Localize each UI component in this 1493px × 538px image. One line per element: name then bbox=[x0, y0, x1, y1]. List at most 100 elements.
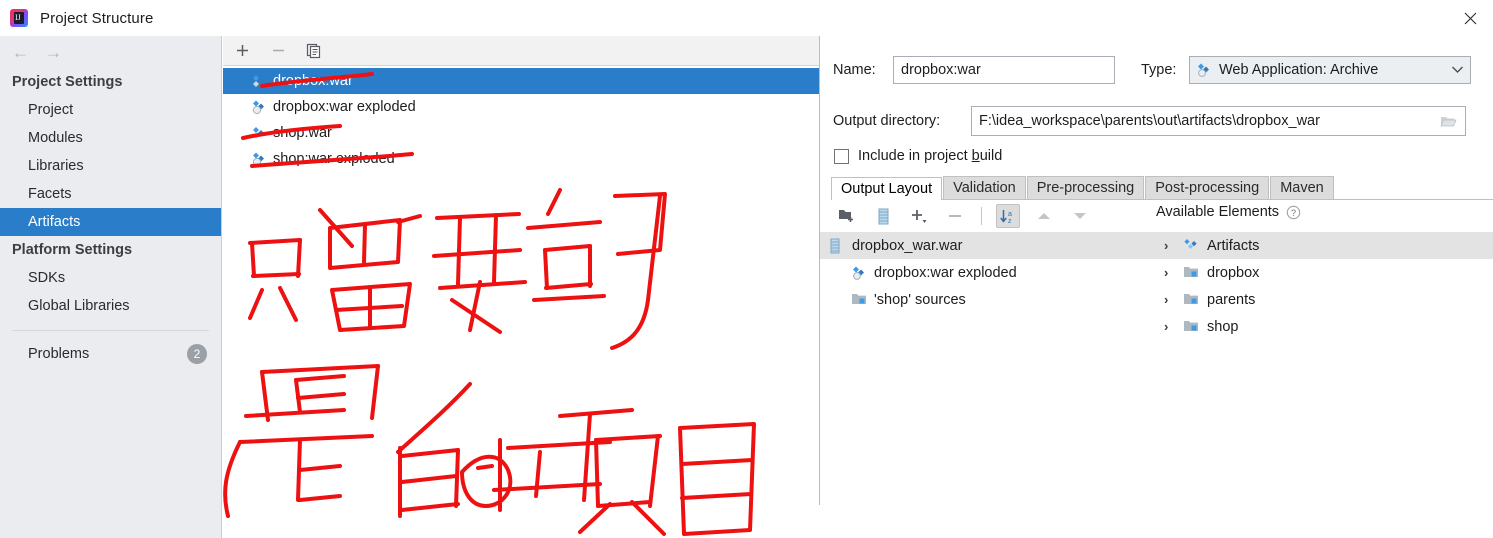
toolbar-separator bbox=[981, 207, 982, 225]
artifacts-toolbar bbox=[223, 36, 819, 66]
sidebar-item-project[interactable]: Project bbox=[0, 96, 221, 124]
available-node-label: Artifacts bbox=[1207, 237, 1260, 254]
svg-text:a: a bbox=[1008, 211, 1012, 218]
tab-post-processing[interactable]: Post-processing bbox=[1145, 176, 1270, 199]
output-layout-toolbar: a z bbox=[831, 201, 1161, 231]
output-directory-row: Output directory: F:\idea_workspace\pare… bbox=[833, 106, 1466, 136]
back-arrow-icon[interactable]: ← bbox=[12, 44, 29, 61]
artifact-label: dropbox:war bbox=[273, 73, 353, 89]
sidebar-item-modules[interactable]: Modules bbox=[0, 124, 221, 152]
folder-browse-icon[interactable] bbox=[1431, 114, 1465, 128]
sidebar-item-global-libraries[interactable]: Global Libraries bbox=[0, 292, 221, 320]
sidebar-item-artifacts[interactable]: Artifacts bbox=[0, 208, 221, 236]
web-exploded-icon bbox=[251, 151, 267, 167]
sidebar-item-sdks[interactable]: SDKs bbox=[0, 264, 221, 292]
name-label: Name: bbox=[833, 62, 876, 78]
layout-node-label: dropbox_war.war bbox=[852, 237, 963, 254]
archive-icon[interactable] bbox=[871, 204, 895, 228]
tab-validation[interactable]: Validation bbox=[943, 176, 1026, 199]
copy-artifact-button[interactable] bbox=[303, 40, 325, 62]
forward-arrow-icon[interactable]: → bbox=[45, 44, 62, 61]
svg-text:?: ? bbox=[1291, 208, 1296, 218]
tab-pre-processing[interactable]: Pre-processing bbox=[1026, 176, 1145, 199]
artifact-row-dropbox-war[interactable]: dropbox:war bbox=[223, 68, 819, 94]
web-exploded-icon bbox=[851, 265, 867, 281]
arrow-down-icon[interactable] bbox=[1068, 204, 1092, 228]
checkbox-box bbox=[834, 148, 849, 164]
project-structure-dialog: IJ Project Structure ← → Project Setting… bbox=[0, 0, 1493, 538]
include-in-project-build-label: Include in project build bbox=[858, 148, 1003, 164]
available-elements-tree: › Artifacts › dropbox › parents › shop bbox=[1154, 232, 1493, 340]
archive-icon bbox=[829, 238, 845, 254]
chevron-down-icon bbox=[1451, 62, 1464, 78]
layout-node-dropbox-war-war[interactable]: dropbox_war.war bbox=[820, 232, 1154, 259]
artifacts-panel: dropbox:war dropbox:war exploded shop:wa… bbox=[223, 36, 819, 538]
tab-maven[interactable]: Maven bbox=[1270, 176, 1334, 199]
layout-node-dropbox-war-exploded[interactable]: dropbox:war exploded bbox=[820, 259, 1154, 286]
artifact-row-dropbox-war-exploded[interactable]: dropbox:war exploded bbox=[223, 94, 819, 120]
sidebar-group-platform-settings: Platform Settings bbox=[12, 242, 133, 258]
type-label: Type: bbox=[1141, 62, 1177, 78]
chevron-right-icon[interactable]: › bbox=[1164, 239, 1175, 252]
web-archive-icon bbox=[1196, 62, 1212, 78]
include-in-project-build-checkbox[interactable]: Include in project build bbox=[834, 148, 1002, 164]
window-title: Project Structure bbox=[40, 9, 154, 27]
available-node-artifacts[interactable]: › Artifacts bbox=[1154, 232, 1493, 259]
web-archive-icon bbox=[251, 125, 267, 141]
artifacts-icon bbox=[1183, 238, 1199, 254]
add-artifact-button[interactable] bbox=[231, 40, 253, 62]
module-folder-icon bbox=[1183, 292, 1199, 308]
layout-node-label: dropbox:war exploded bbox=[874, 264, 1017, 281]
available-node-shop[interactable]: › shop bbox=[1154, 313, 1493, 340]
available-node-parents[interactable]: › parents bbox=[1154, 286, 1493, 313]
name-row: Name: dropbox:war Type: Web Application:… bbox=[833, 56, 1471, 84]
source-folder-icon bbox=[851, 292, 867, 308]
output-directory-input[interactable]: F:\idea_workspace\parents\out\artifacts\… bbox=[971, 106, 1466, 136]
artifact-name-input[interactable]: dropbox:war bbox=[893, 56, 1115, 84]
output-layout-tree: dropbox_war.war dropbox:war exploded 'sh… bbox=[820, 232, 1154, 313]
artifact-type-value: Web Application: Archive bbox=[1219, 62, 1379, 78]
title-bar: IJ Project Structure bbox=[0, 0, 1493, 36]
output-directory-label: Output directory: bbox=[833, 113, 941, 129]
available-node-dropbox[interactable]: › dropbox bbox=[1154, 259, 1493, 286]
artifact-row-shop-war[interactable]: shop:war bbox=[223, 120, 819, 146]
available-elements-header: Available Elements ? bbox=[1156, 204, 1301, 220]
close-icon[interactable] bbox=[1447, 0, 1493, 36]
chevron-right-icon[interactable]: › bbox=[1164, 320, 1175, 333]
artifact-row-shop-war-exploded[interactable]: shop:war exploded bbox=[223, 146, 819, 172]
tab-output-layout[interactable]: Output Layout bbox=[831, 177, 943, 200]
available-node-label: shop bbox=[1207, 318, 1239, 335]
output-directory-value: F:\idea_workspace\parents\out\artifacts\… bbox=[979, 113, 1320, 129]
artifacts-list: dropbox:war dropbox:war exploded shop:wa… bbox=[223, 66, 819, 172]
available-elements-title: Available Elements bbox=[1156, 204, 1280, 220]
minus-icon[interactable] bbox=[943, 204, 967, 228]
sidebar-item-facets[interactable]: Facets bbox=[0, 180, 221, 208]
sidebar-item-libraries[interactable]: Libraries bbox=[0, 152, 221, 180]
sidebar-navigation: ← → bbox=[0, 36, 221, 68]
chevron-right-icon[interactable]: › bbox=[1164, 266, 1175, 279]
plus-dropdown-icon[interactable] bbox=[907, 204, 931, 228]
artifact-label: shop:war bbox=[273, 125, 332, 141]
web-exploded-icon bbox=[251, 99, 267, 115]
help-icon[interactable]: ? bbox=[1286, 205, 1301, 220]
available-node-label: parents bbox=[1207, 291, 1256, 308]
sort-az-icon[interactable]: a z bbox=[996, 204, 1020, 228]
artifact-label: shop:war exploded bbox=[273, 151, 395, 167]
sidebar-item-problems[interactable]: Problems 2 bbox=[0, 339, 221, 369]
svg-text:z: z bbox=[1008, 218, 1012, 225]
settings-sidebar: ← → Project Settings Project Modules Lib… bbox=[0, 36, 222, 538]
problems-count-badge: 2 bbox=[187, 344, 207, 364]
module-folder-icon bbox=[1183, 319, 1199, 335]
chevron-right-icon[interactable]: › bbox=[1164, 293, 1175, 306]
available-node-label: dropbox bbox=[1207, 264, 1260, 281]
arrow-up-icon[interactable] bbox=[1032, 204, 1056, 228]
problems-label: Problems bbox=[28, 346, 90, 362]
layout-node-shop-sources[interactable]: 'shop' sources bbox=[820, 286, 1154, 313]
folder-add-icon[interactable] bbox=[835, 204, 859, 228]
artifact-label: dropbox:war exploded bbox=[273, 99, 416, 115]
layout-node-label: 'shop' sources bbox=[874, 291, 966, 308]
remove-artifact-button[interactable] bbox=[267, 40, 289, 62]
artifact-type-dropdown[interactable]: Web Application: Archive bbox=[1189, 56, 1471, 84]
module-folder-icon bbox=[1183, 265, 1199, 281]
artifact-details-panel: Name: dropbox:war Type: Web Application:… bbox=[820, 36, 1493, 538]
